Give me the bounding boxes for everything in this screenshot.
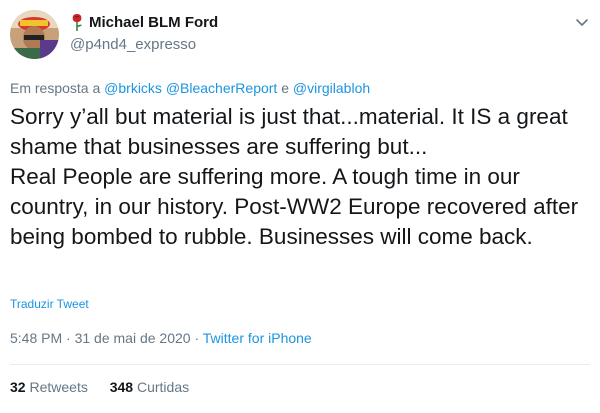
- tweet-date[interactable]: 31 de mai de 2020: [75, 330, 191, 346]
- translate-tweet-link[interactable]: Traduzir Tweet: [10, 297, 89, 311]
- meta-separator-2: ·: [190, 330, 203, 346]
- reply-conjunction: e: [277, 80, 293, 96]
- retweets-count: 32: [10, 379, 26, 395]
- retweets-stat[interactable]: 32 Retweets: [10, 379, 88, 395]
- user-handle[interactable]: @p4nd4_expresso: [70, 36, 218, 53]
- reply-context: Em resposta a @brkicks @BleacherReport e…: [10, 80, 370, 96]
- retweets-label: Retweets: [29, 379, 88, 395]
- likes-stat[interactable]: 348 Curtidas: [110, 379, 189, 395]
- user-header: Michael BLM Ford @p4nd4_expresso: [70, 12, 218, 54]
- display-name[interactable]: Michael BLM Ford: [89, 14, 218, 31]
- tweet-stats: 32 Retweets 348 Curtidas: [10, 379, 207, 395]
- mention-link-brkicks[interactable]: @brkicks: [104, 80, 162, 96]
- tweet-card: Michael BLM Ford @p4nd4_expresso Em resp…: [0, 0, 600, 413]
- divider: [10, 364, 590, 365]
- mention-link-virgilabloh[interactable]: @virgilabloh: [293, 80, 370, 96]
- name-row[interactable]: Michael BLM Ford: [70, 12, 218, 32]
- tweet-source-link[interactable]: Twitter for iPhone: [203, 330, 312, 346]
- mention-link-bleacherreport[interactable]: @BleacherReport: [166, 80, 278, 96]
- avatar[interactable]: [10, 10, 59, 59]
- meta-separator: ·: [62, 330, 75, 346]
- rose-icon: [70, 13, 84, 31]
- reply-prefix: Em resposta a: [10, 80, 105, 96]
- likes-count: 348: [109, 379, 134, 395]
- tweet-time[interactable]: 5:48 PM: [10, 330, 62, 346]
- tweet-meta: 5:48 PM · 31 de mai de 2020 · Twitter fo…: [10, 330, 312, 346]
- chevron-down-icon[interactable]: [574, 14, 590, 30]
- likes-label: Curtidas: [136, 379, 190, 395]
- tweet-text: Sorry y’all but material is just that...…: [10, 104, 579, 249]
